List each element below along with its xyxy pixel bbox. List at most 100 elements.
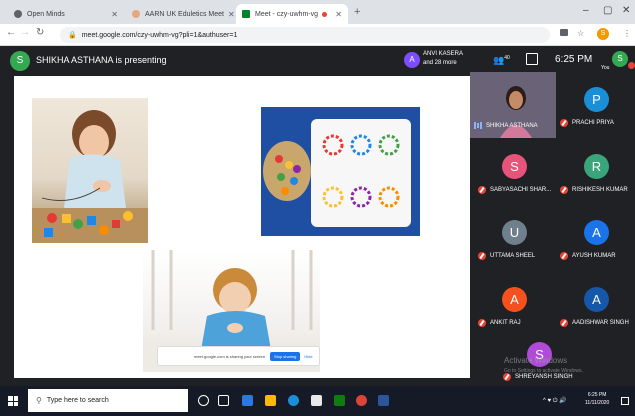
participant-avatar: A bbox=[404, 52, 420, 68]
presentation-stage: meet.google.com is sharing your screen S… bbox=[14, 76, 470, 378]
stop-sharing-button[interactable]: Stop sharing bbox=[269, 351, 301, 361]
search-icon: ⚲ bbox=[36, 396, 42, 405]
share-notice: meet.google.com is sharing your screen bbox=[194, 353, 265, 359]
tab-title: Meet - czy-uwhm-vg bbox=[255, 10, 319, 18]
tab-close-icon[interactable]: ✕ bbox=[224, 10, 235, 19]
system-tray[interactable]: ^ ♥ ⏻ 🔊 bbox=[543, 397, 567, 405]
tab-favicon-icon bbox=[132, 10, 140, 18]
edge-icon[interactable] bbox=[242, 395, 253, 406]
url-bar[interactable]: 🔒 meet.google.com/czy-uwhm-vg?pli=1&auth… bbox=[60, 27, 550, 43]
windows-start-icon[interactable] bbox=[8, 396, 18, 406]
word-icon[interactable] bbox=[378, 395, 389, 406]
meeting-clock: 6:25 PM bbox=[555, 54, 593, 65]
restore-button[interactable]: ▢ bbox=[603, 5, 612, 16]
participant-name-row: SHIKHA ASTHANA bbox=[474, 122, 538, 129]
cortana-icon[interactable] bbox=[198, 395, 209, 406]
participant-name: ANKIT RAJ bbox=[490, 320, 521, 326]
child-beads-photo bbox=[32, 98, 148, 243]
mic-off-icon bbox=[478, 186, 486, 194]
taskbar-clock[interactable]: 6:25 PM 11/11/2020 bbox=[585, 391, 609, 407]
mic-off-icon bbox=[478, 319, 486, 327]
participant-tile[interactable]: R RISHIKESH KUMAR bbox=[556, 142, 635, 202]
tab-title: Open Minds bbox=[27, 10, 65, 18]
url-text: meet.google.com/czy-uwhm-vg?pli=1&authus… bbox=[81, 31, 238, 39]
participant-tile[interactable]: U UTTAMA SHEEL bbox=[474, 208, 554, 268]
browser-tab-strip: Open Minds ✕ AARN UK Eduletics Meet ✕ Me… bbox=[0, 0, 635, 24]
participant-name-row: AADISHWAR SINGH bbox=[560, 319, 629, 327]
menu-icon[interactable]: ⋮ bbox=[623, 29, 631, 38]
participant-name-row: PRACHI PRIYA bbox=[560, 119, 614, 127]
new-tab-button[interactable]: + bbox=[354, 6, 360, 18]
people-button[interactable]: 👥40 bbox=[493, 55, 510, 66]
minimize-button[interactable]: – bbox=[583, 5, 589, 16]
reload-icon[interactable]: ↻ bbox=[36, 27, 44, 38]
participant-tile[interactable]: S SABYASACHI SHAR... bbox=[474, 142, 554, 202]
mic-off-icon bbox=[560, 252, 568, 260]
forward-arrow-icon[interactable]: → bbox=[20, 27, 30, 38]
participant-name: SABYASACHI SHAR... bbox=[490, 187, 552, 193]
tab-close-icon[interactable]: ✕ bbox=[107, 10, 118, 19]
mic-off-icon bbox=[560, 319, 568, 327]
mic-off-icon bbox=[560, 186, 568, 194]
camera-indicator-icon[interactable] bbox=[560, 29, 568, 36]
participant-name: ANVI KASERA bbox=[423, 51, 464, 57]
participant-avatar: A bbox=[584, 287, 609, 312]
notification-icon[interactable] bbox=[621, 397, 629, 405]
participant-avatar: U bbox=[502, 220, 527, 245]
close-window-button[interactable]: ✕ bbox=[622, 5, 630, 16]
participant-tile[interactable]: P PRACHI PRIYA bbox=[556, 75, 635, 135]
participant-avatar: A bbox=[502, 287, 527, 312]
participant-tile[interactable]: A AADISHWAR SINGH bbox=[556, 275, 635, 335]
mic-off-icon bbox=[478, 252, 486, 260]
participant-name: RISHIKESH KUMAR bbox=[572, 187, 628, 193]
bead-pattern-illustration bbox=[263, 119, 411, 227]
store-icon[interactable] bbox=[288, 395, 299, 406]
watermark-title: Activate Windows bbox=[504, 356, 568, 365]
chrome-icon[interactable] bbox=[356, 395, 367, 406]
app-icon[interactable] bbox=[334, 395, 345, 406]
tab-title: AARN UK Eduletics Meet bbox=[145, 10, 224, 18]
participant-name: UTTAMA SHEEL bbox=[490, 253, 536, 259]
speaking-indicator-icon bbox=[474, 122, 482, 129]
recording-dot-icon bbox=[322, 11, 328, 17]
file-explorer-icon[interactable] bbox=[265, 395, 276, 406]
participants-summary[interactable]: ANVI KASERA and 28 more bbox=[423, 50, 463, 68]
meet-favicon-icon bbox=[242, 10, 250, 18]
taskbar-date: 11/11/2020 bbox=[585, 400, 610, 406]
browser-tab-eduletics[interactable]: AARN UK Eduletics Meet ✕ bbox=[126, 4, 236, 24]
tab-close-icon[interactable]: ✕ bbox=[331, 10, 342, 19]
participant-tile[interactable]: A ANKIT RAJ bbox=[474, 275, 554, 335]
taskbar-search[interactable]: ⚲ Type here to search bbox=[28, 389, 188, 412]
presenting-label: SHIKHA ASTHANA is presenting bbox=[36, 55, 167, 65]
task-view-icon[interactable] bbox=[218, 395, 229, 406]
hide-button[interactable]: Hide bbox=[304, 354, 312, 359]
browser-tab-meet[interactable]: Meet - czy-uwhm-vg ✕ bbox=[236, 4, 348, 24]
lock-icon: 🔒 bbox=[68, 32, 77, 39]
presenter-avatar: S bbox=[10, 51, 30, 71]
participant-name-row: UTTAMA SHEEL bbox=[478, 252, 535, 260]
star-icon[interactable]: ☆ bbox=[577, 29, 584, 38]
participant-tile-video[interactable]: SHIKHA ASTHANA bbox=[470, 72, 556, 138]
profile-avatar[interactable]: S bbox=[597, 28, 609, 40]
self-avatar[interactable]: S bbox=[612, 51, 628, 67]
participant-name: AADISHWAR SINGH bbox=[572, 320, 629, 326]
participant-tile[interactable]: A AYUSH KUMAR bbox=[556, 208, 635, 268]
participant-name-row: AYUSH KUMAR bbox=[560, 252, 616, 260]
back-arrow-icon[interactable]: ← bbox=[6, 27, 16, 38]
chat-icon[interactable] bbox=[526, 53, 538, 65]
bead-pattern-photo bbox=[261, 107, 420, 236]
search-placeholder: Type here to search bbox=[46, 397, 109, 404]
participant-name: AYUSH KUMAR bbox=[572, 253, 616, 259]
address-toolbar: ← → ↻ 🔒 meet.google.com/czy-uwhm-vg?pli=… bbox=[0, 24, 635, 46]
taskbar-time: 6:25 PM bbox=[587, 392, 607, 398]
participant-name-row: RISHIKESH KUMAR bbox=[560, 186, 628, 194]
screen-share-bar: meet.google.com is sharing your screen S… bbox=[157, 346, 320, 366]
people-icon: 👥 bbox=[493, 55, 505, 65]
tab-favicon-icon bbox=[14, 10, 22, 18]
participant-avatar: R bbox=[584, 154, 609, 179]
mic-off-icon bbox=[560, 119, 568, 127]
mail-icon[interactable] bbox=[311, 395, 322, 406]
browser-tab-open-minds[interactable]: Open Minds ✕ bbox=[8, 4, 124, 24]
people-count: 40 bbox=[504, 55, 510, 61]
participant-avatar: A bbox=[584, 220, 609, 245]
